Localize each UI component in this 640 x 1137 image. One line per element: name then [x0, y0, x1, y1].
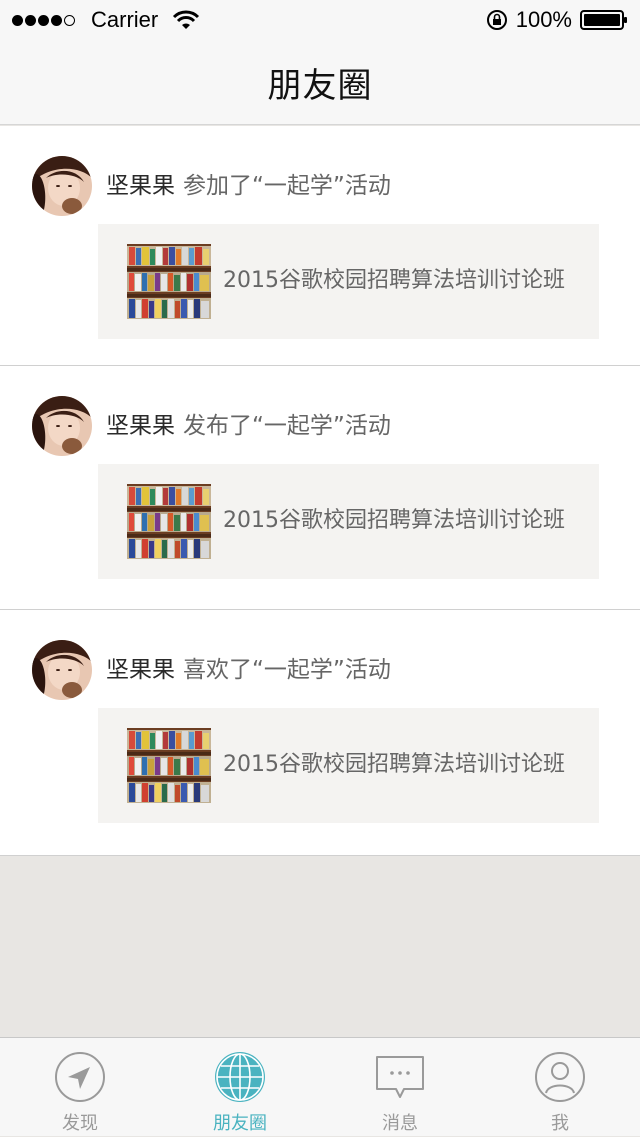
globe-icon — [215, 1052, 265, 1102]
activity-thumbnail — [127, 244, 211, 319]
signal-strength-icon — [12, 14, 77, 26]
tab-messages[interactable]: 消息 — [320, 1038, 480, 1137]
activity-title: 2015谷歌校园招聘算法培训讨论班 — [223, 752, 565, 777]
activity-thumbnail — [127, 484, 211, 559]
status-bar: Carrier 100% — [0, 0, 640, 40]
user-name[interactable]: 坚果果 — [106, 173, 175, 199]
friends-feed[interactable]: 坚果果 参加了“一起学”活动 2015谷歌校园招聘算法培训讨论班 坚果果 发布了… — [0, 126, 640, 856]
status-left: Carrier — [12, 7, 200, 33]
action-text: 参加了“一起学”活动 — [183, 173, 391, 199]
battery-icon — [580, 10, 627, 30]
activity-card[interactable]: 2015谷歌校园招聘算法培训讨论班 — [98, 224, 599, 339]
user-name[interactable]: 坚果果 — [106, 413, 175, 439]
chat-bubble-icon — [376, 1056, 424, 1098]
tab-me[interactable]: 我 — [480, 1038, 640, 1137]
feed-headline: 坚果果 发布了“一起学”活动 — [106, 411, 391, 441]
person-icon — [535, 1052, 585, 1102]
action-text: 喜欢了“一起学”活动 — [183, 657, 391, 683]
avatar[interactable] — [32, 640, 92, 700]
activity-title: 2015谷歌校园招聘算法培训讨论班 — [223, 508, 565, 533]
activity-card[interactable]: 2015谷歌校园招聘算法培训讨论班 — [98, 464, 599, 579]
tab-label: 发现 — [62, 1113, 98, 1134]
tab-label: 消息 — [382, 1113, 418, 1134]
avatar[interactable] — [32, 396, 92, 456]
activity-thumbnail — [127, 728, 211, 803]
tab-discover[interactable]: 发现 — [0, 1038, 160, 1137]
page-title: 朋友圈 — [267, 65, 373, 106]
navigation-bar: 朋友圈 — [0, 40, 640, 125]
wifi-icon — [173, 10, 200, 29]
rotation-lock-icon — [486, 10, 507, 30]
status-right: 100% — [486, 7, 628, 33]
tab-moments[interactable]: 朋友圈 — [160, 1038, 320, 1137]
tab-bar: 发现 朋友圈 消息 我 — [0, 1037, 640, 1136]
carrier-name: Carrier — [91, 7, 159, 32]
feed-item[interactable]: 坚果果 喜欢了“一起学”活动 2015谷歌校园招聘算法培训讨论班 — [0, 610, 640, 856]
feed-headline: 坚果果 参加了“一起学”活动 — [106, 171, 391, 201]
compass-icon — [55, 1052, 105, 1102]
battery-percent: 100% — [515, 7, 572, 32]
tab-label: 我 — [551, 1113, 569, 1134]
activity-card[interactable]: 2015谷歌校园招聘算法培训讨论班 — [98, 708, 599, 823]
activity-title: 2015谷歌校园招聘算法培训讨论班 — [223, 268, 565, 293]
feed-item[interactable]: 坚果果 参加了“一起学”活动 2015谷歌校园招聘算法培训讨论班 — [0, 126, 640, 366]
feed-headline: 坚果果 喜欢了“一起学”活动 — [106, 655, 391, 685]
user-name[interactable]: 坚果果 — [106, 657, 175, 683]
feed-item[interactable]: 坚果果 发布了“一起学”活动 2015谷歌校园招聘算法培训讨论班 — [0, 366, 640, 610]
avatar[interactable] — [32, 156, 92, 216]
action-text: 发布了“一起学”活动 — [183, 413, 391, 439]
tab-label: 朋友圈 — [213, 1113, 267, 1134]
